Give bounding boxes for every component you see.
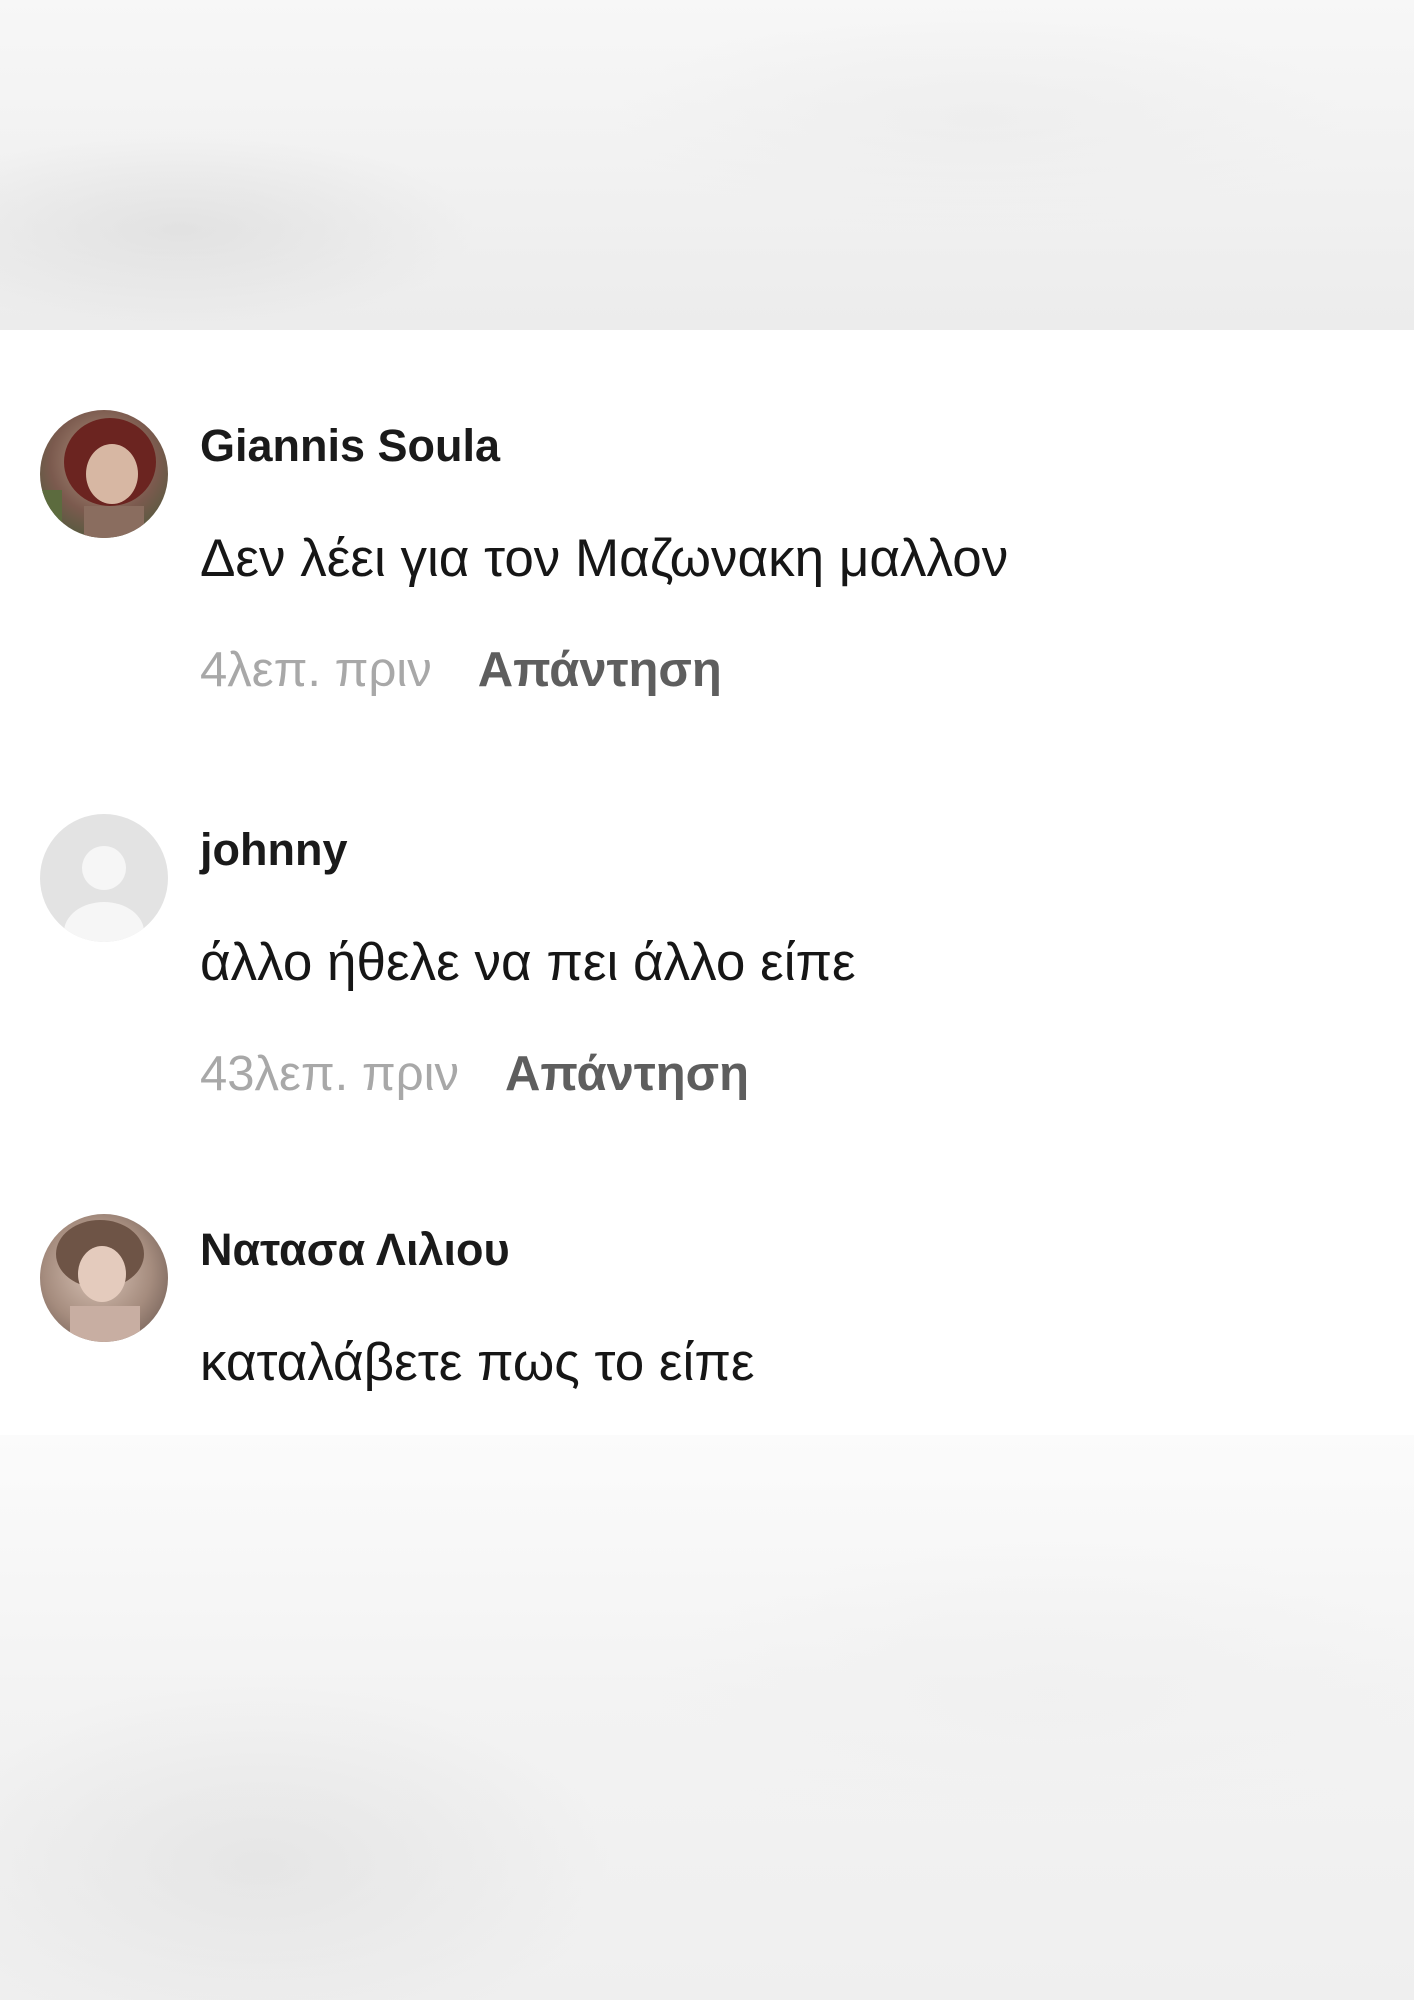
comment-timestamp: 4λεπ. πριν — [200, 643, 432, 697]
comment-author[interactable]: Νατασα Λιλιου — [200, 1224, 510, 1276]
comment-timestamp: 43λεπ. πριν — [200, 1047, 459, 1101]
reply-button[interactable]: Απάντηση — [505, 1047, 749, 1101]
avatar[interactable] — [40, 410, 168, 538]
default-user-avatar-icon — [40, 814, 168, 942]
comment-item: johnny άλλο ήθελε να πει άλλο είπε 43λεπ… — [40, 814, 1380, 1101]
avatar[interactable] — [40, 814, 168, 942]
comment-item: Νατασα Λιλιου καταλάβετε πως το είπε — [40, 1214, 1380, 1414]
avatar[interactable] — [40, 1214, 168, 1342]
user-photo-avatar-icon — [40, 410, 168, 538]
comment-text: Δεν λέει για τον Μαζωνακη μαλλον — [200, 529, 1009, 588]
blurred-header-area — [0, 0, 1414, 330]
comment-text: καταλάβετε πως το είπε — [200, 1333, 755, 1392]
comments-list: Giannis Soula Δεν λέει για τον Μαζωνακη … — [0, 330, 1414, 1435]
blurred-footer-area — [0, 1435, 1414, 2000]
user-photo-avatar-icon — [40, 1214, 168, 1342]
comment-meta: 43λεπ. πριν Απάντηση — [200, 1046, 749, 1102]
comment-author[interactable]: johnny — [200, 824, 347, 876]
comment-author[interactable]: Giannis Soula — [200, 420, 500, 472]
reply-button[interactable]: Απάντηση — [478, 643, 722, 697]
comment-item: Giannis Soula Δεν λέει για τον Μαζωνακη … — [40, 410, 1380, 697]
page: Giannis Soula Δεν λέει για τον Μαζωνακη … — [0, 0, 1414, 2000]
comment-text: άλλο ήθελε να πει άλλο είπε — [200, 933, 856, 992]
comment-meta: 4λεπ. πριν Απάντηση — [200, 642, 722, 698]
